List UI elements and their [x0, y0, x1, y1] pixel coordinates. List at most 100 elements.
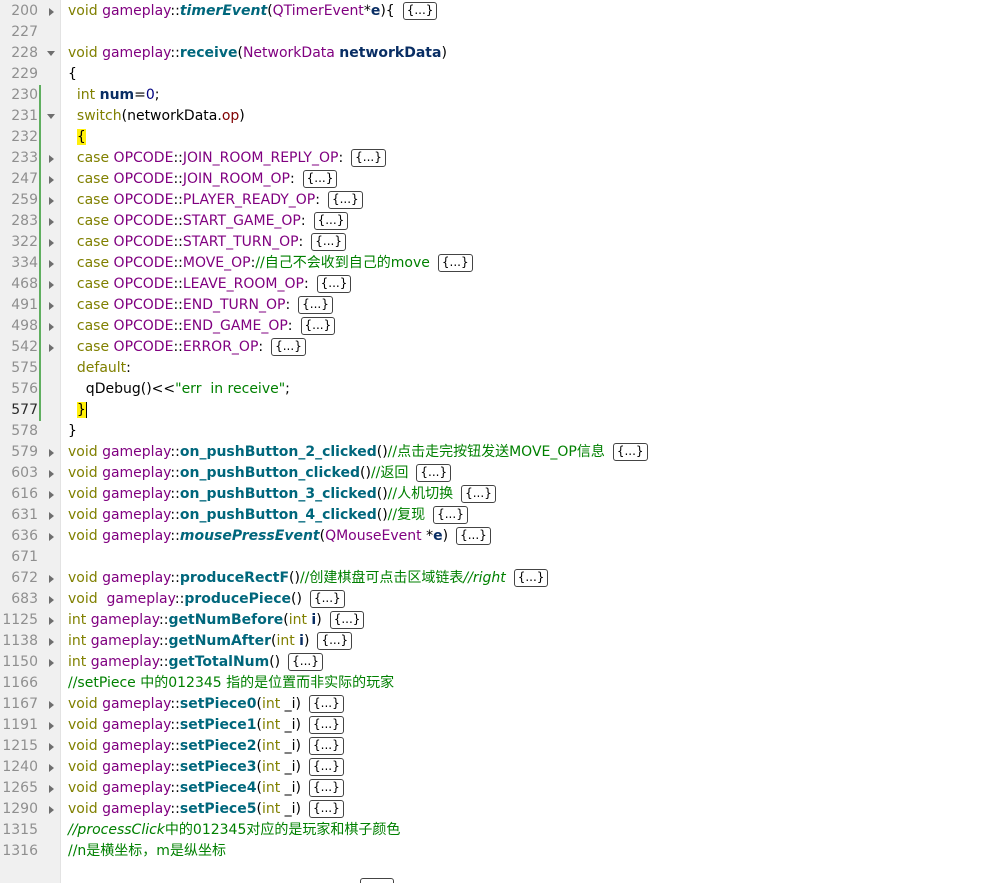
code-line[interactable]: 200 void gameplay::timerEvent(QTimerEvent… [0, 1, 997, 22]
fold-expand-arrow-icon[interactable] [46, 505, 56, 526]
fold-expand-arrow-icon[interactable] [46, 652, 56, 673]
folded-block-marker[interactable]: {...} [461, 485, 496, 503]
code-line[interactable]: 227 [0, 22, 997, 43]
folded-block-marker[interactable]: {...} [302, 170, 338, 188]
code-line[interactable]: 631 void gameplay::on_pushButton_4_clicke… [0, 505, 997, 526]
code-line[interactable]: 1315 //processClick中的012345对应的是玩家和棋子颜色 [0, 820, 997, 841]
folded-block-marker[interactable]: {...} [271, 338, 306, 356]
code-line[interactable]: 247 case OPCODE::JOIN_ROOM_OP: {...} [0, 169, 997, 190]
fold-expand-arrow-icon[interactable] [46, 778, 56, 799]
fold-expand-arrow-icon[interactable] [46, 295, 56, 316]
folded-block-marker[interactable]: {...} [612, 443, 648, 461]
code-line[interactable]: 259 case OPCODE::PLAYER_READY_OP: {...} [0, 190, 997, 211]
fold-expand-arrow-icon[interactable] [46, 694, 56, 715]
fold-expand-arrow-icon[interactable] [46, 274, 56, 295]
code-editor[interactable]: 200 void gameplay::timerEvent(QTimerEvent… [0, 0, 997, 883]
code-line[interactable]: 603 void gameplay::on_pushButton_clicked(… [0, 463, 997, 484]
folded-block-marker[interactable]: {...} [309, 800, 344, 818]
code-line[interactable]: 1166 //setPiece 中的012345 指的是位置而非实际的玩家 [0, 673, 997, 694]
code-line[interactable]: 1138 int gameplay::getNumAfter(int i) {...… [0, 631, 997, 652]
code-line[interactable]: 1265 void gameplay::setPiece4(int _i) {...… [0, 778, 997, 799]
folded-block-marker[interactable]: {...} [317, 632, 353, 650]
fold-expand-arrow-icon[interactable] [46, 337, 56, 358]
folded-block-marker[interactable]: {...} [416, 464, 452, 482]
folded-block-marker[interactable]: {...} [309, 590, 345, 608]
fold-expand-arrow-icon[interactable] [46, 316, 56, 337]
fold-expand-arrow-icon[interactable] [46, 526, 56, 547]
fold-expand-arrow-icon[interactable] [46, 463, 56, 484]
code-line[interactable]: 231 switch(networkData.op) [0, 106, 997, 127]
code-line[interactable]: 230 int num=0; [0, 85, 997, 106]
fold-expand-arrow-icon[interactable] [46, 568, 56, 589]
folded-block-marker[interactable]: {...} [309, 779, 344, 797]
folded-block-marker[interactable]: {...} [316, 275, 352, 293]
fold-expand-arrow-icon[interactable] [46, 442, 56, 463]
fold-expand-arrow-icon[interactable] [46, 799, 56, 820]
code-line[interactable]: 672 void gameplay::produceRectF()//创建棋盘可点… [0, 568, 997, 589]
code-token: case [76, 234, 114, 250]
code-line[interactable]: 575 default: [0, 358, 997, 379]
code-line[interactable]: 576 qDebug()<<"err in receive"; [0, 379, 997, 400]
folded-block-marker[interactable]: {...} [437, 254, 473, 272]
folded-block-marker[interactable]: {...} [351, 149, 386, 167]
code-line[interactable]: 283 case OPCODE::START_GAME_OP: {...} [0, 211, 997, 232]
code-line[interactable]: 616 void gameplay::on_pushButton_3_clicke… [0, 484, 997, 505]
fold-expand-arrow-icon[interactable] [46, 589, 56, 610]
fold-expand-arrow-icon[interactable] [46, 169, 56, 190]
folded-block-marker[interactable]: {...} [311, 233, 346, 251]
fold-expand-arrow-icon[interactable] [46, 1, 56, 22]
code-line[interactable]: 1167 void gameplay::setPiece0(int _i) {...… [0, 694, 997, 715]
code-line[interactable]: 491 case OPCODE::END_TURN_OP: {...} [0, 295, 997, 316]
fold-marker-partial[interactable] [360, 878, 394, 883]
fold-expand-arrow-icon[interactable] [46, 148, 56, 169]
folded-block-marker[interactable]: {...} [402, 2, 438, 20]
folded-block-marker[interactable]: {...} [329, 611, 365, 629]
folded-block-marker[interactable]: {...} [309, 695, 344, 713]
code-line[interactable]: 334 case OPCODE::MOVE_OP://自己不会收到自己的move… [0, 253, 997, 274]
fold-expand-arrow-icon[interactable] [46, 715, 56, 736]
code-line[interactable]: 233 case OPCODE::JOIN_ROOM_REPLY_OP: {...… [0, 148, 997, 169]
code-line[interactable]: 229 { [0, 64, 997, 85]
folded-block-marker[interactable]: {...} [309, 758, 344, 776]
fold-expand-arrow-icon[interactable] [46, 190, 56, 211]
fold-expand-arrow-icon[interactable] [46, 736, 56, 757]
code-line[interactable]: 579 void gameplay::on_pushButton_2_clicke… [0, 442, 997, 463]
folded-block-marker[interactable]: {...} [298, 296, 333, 314]
fold-expand-arrow-icon[interactable] [46, 757, 56, 778]
code-line[interactable]: 228 void gameplay::receive(NetworkData ne… [0, 43, 997, 64]
code-line[interactable]: 322 case OPCODE::START_TURN_OP: {...} [0, 232, 997, 253]
folded-block-marker[interactable]: {...} [288, 653, 323, 671]
code-line[interactable]: 542 case OPCODE::ERROR_OP: {...} [0, 337, 997, 358]
fold-collapse-arrow-icon[interactable] [46, 43, 56, 64]
code-line[interactable]: 1191 void gameplay::setPiece1(int _i) {...… [0, 715, 997, 736]
code-line[interactable]: 498 case OPCODE::END_GAME_OP: {...} [0, 316, 997, 337]
folded-block-marker[interactable]: {...} [327, 191, 363, 209]
code-line[interactable]: 1150 int gameplay::getTotalNum() {...} [0, 652, 997, 673]
code-line[interactable]: 232 { [0, 127, 997, 148]
folded-block-marker[interactable]: {...} [456, 527, 491, 545]
folded-block-marker[interactable]: {...} [309, 716, 344, 734]
folded-block-marker[interactable]: {...} [513, 569, 549, 587]
code-line[interactable]: 1316 //n是横坐标，m是纵坐标 [0, 841, 997, 862]
fold-expand-arrow-icon[interactable] [46, 610, 56, 631]
folded-block-marker[interactable]: {...} [313, 212, 349, 230]
code-line[interactable]: 578} [0, 421, 997, 442]
fold-expand-arrow-icon[interactable] [46, 253, 56, 274]
code-line[interactable]: 1125 int gameplay::getNumBefore(int i) {..… [0, 610, 997, 631]
fold-collapse-arrow-icon[interactable] [46, 106, 56, 127]
code-line[interactable]: 683 void gameplay::producePiece() {...} [0, 589, 997, 610]
code-line[interactable]: 1290 void gameplay::setPiece5(int _i) {...… [0, 799, 997, 820]
folded-block-marker[interactable]: {...} [300, 317, 336, 335]
fold-expand-arrow-icon[interactable] [46, 631, 56, 652]
code-line[interactable]: 671 [0, 547, 997, 568]
fold-expand-arrow-icon[interactable] [46, 232, 56, 253]
fold-expand-arrow-icon[interactable] [46, 484, 56, 505]
code-line[interactable]: 577 } [0, 400, 997, 421]
code-line[interactable]: 468 case OPCODE::LEAVE_ROOM_OP: {...} [0, 274, 997, 295]
code-line[interactable]: 636 void gameplay::mousePressEvent(QMouse… [0, 526, 997, 547]
folded-block-marker[interactable]: {...} [309, 737, 344, 755]
folded-block-marker[interactable]: {...} [433, 506, 468, 524]
code-line[interactable]: 1215 void gameplay::setPiece2(int _i) {...… [0, 736, 997, 757]
code-line[interactable]: 1240 void gameplay::setPiece3(int _i) {...… [0, 757, 997, 778]
fold-expand-arrow-icon[interactable] [46, 211, 56, 232]
